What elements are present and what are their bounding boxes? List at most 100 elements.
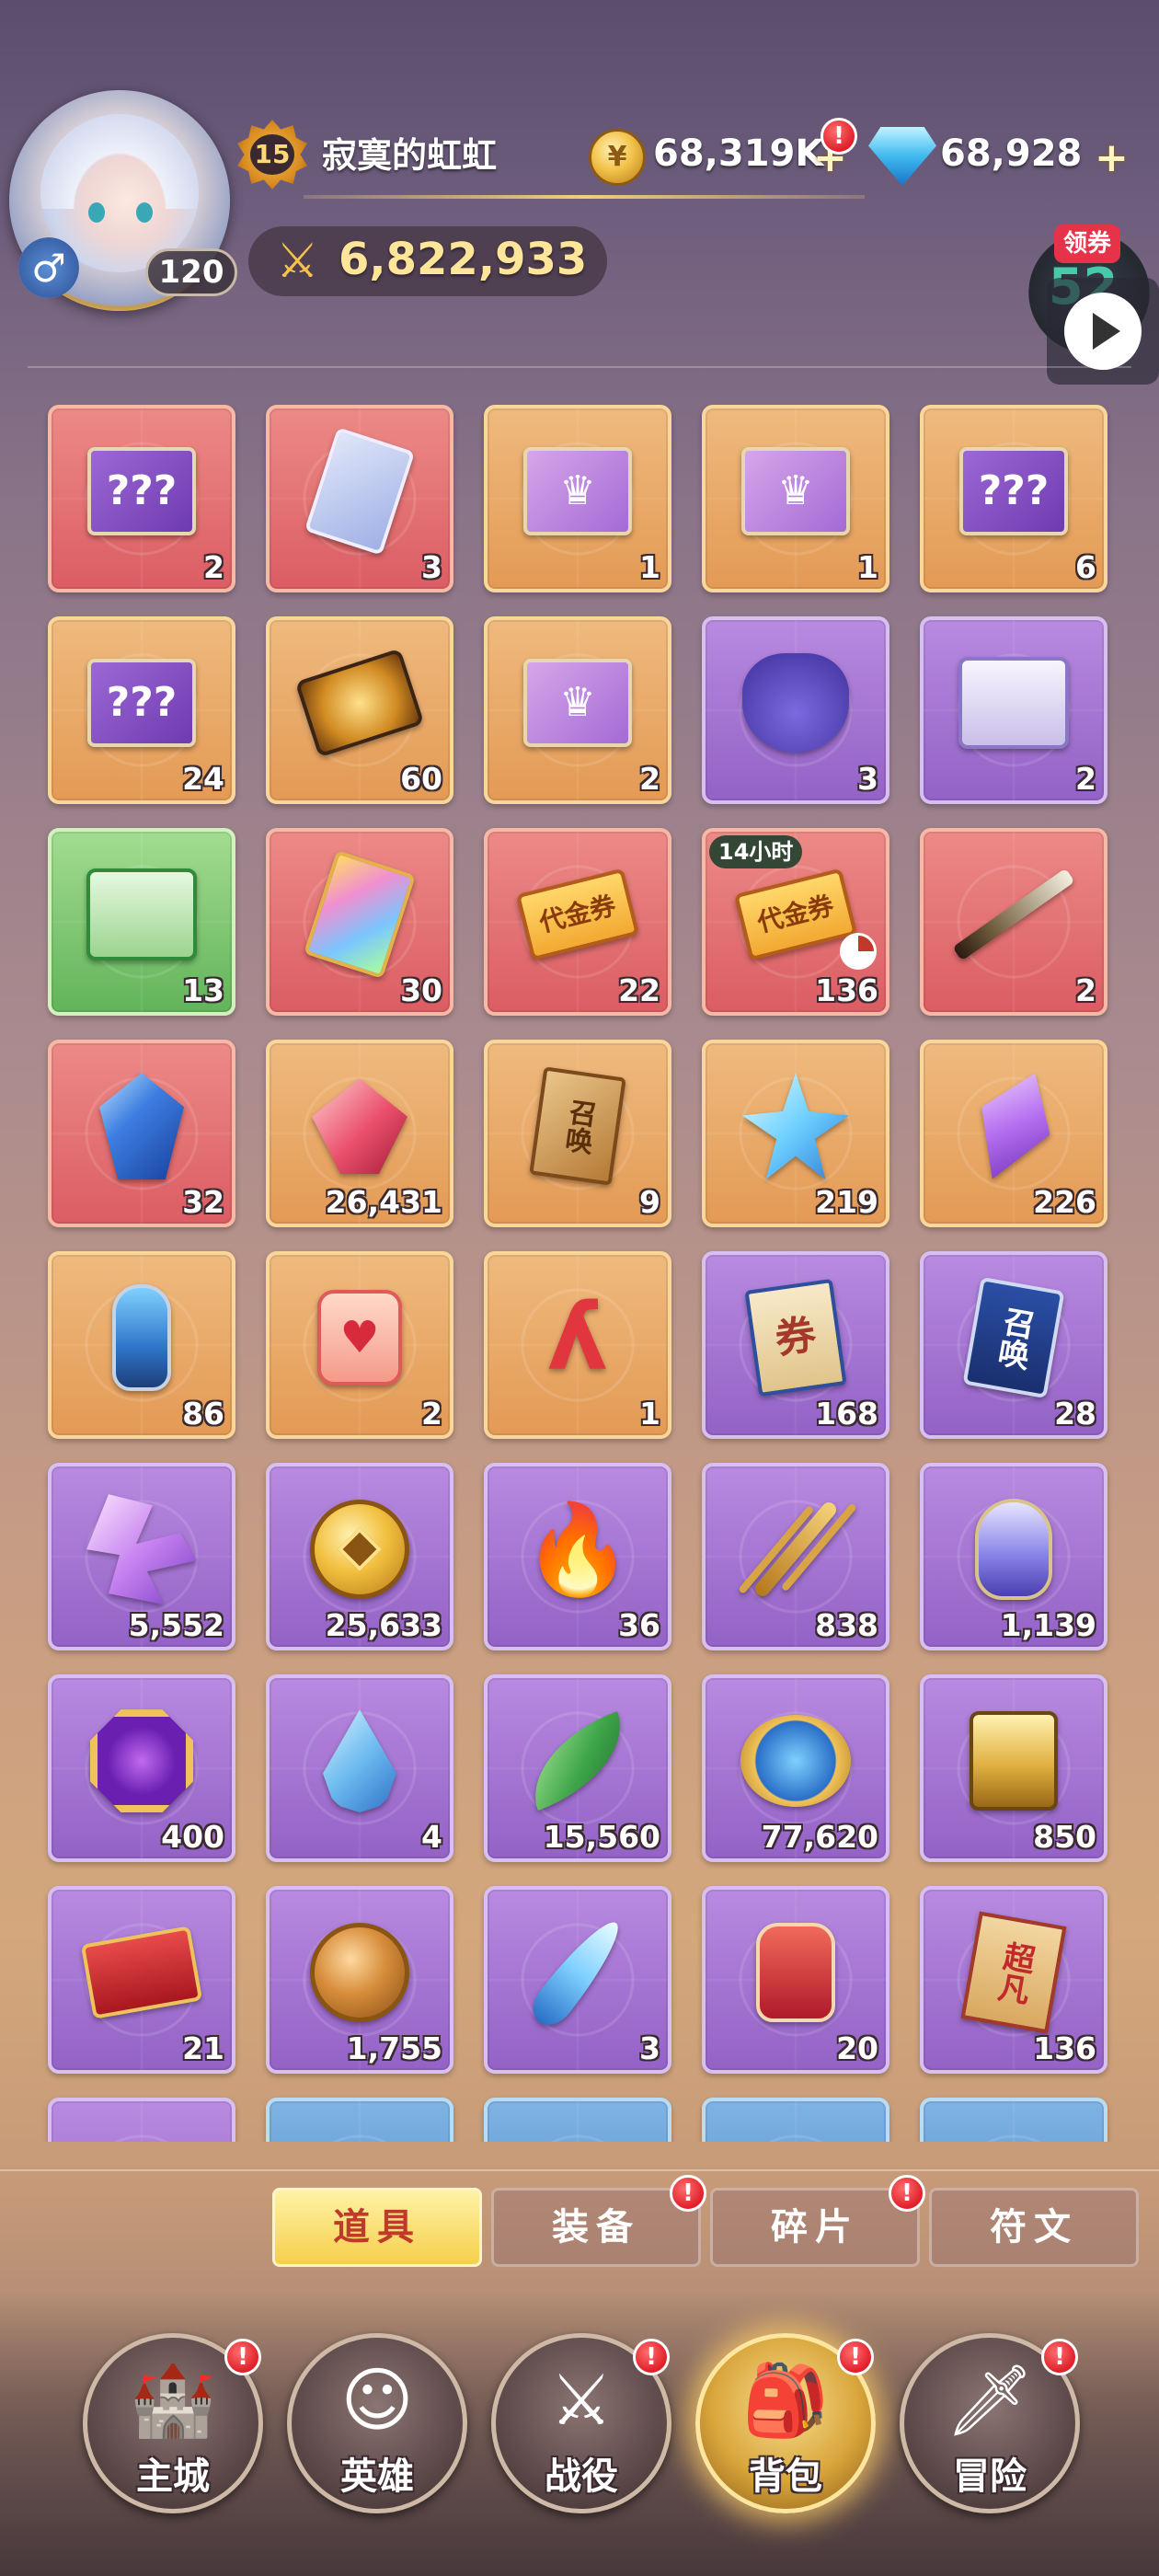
item-count: 136 (1033, 2030, 1096, 2066)
clock-icon (840, 933, 877, 970)
inventory-slot[interactable]: 1,755 (266, 1886, 453, 2074)
inventory-slot[interactable]: 3 (702, 616, 889, 804)
red-scroll-icon: 超凡 (958, 1911, 1069, 2034)
tabs-separator (0, 2169, 1159, 2171)
inventory-slot[interactable]: 86 (48, 1251, 235, 1439)
inventory-slot[interactable]: ??? 24 (48, 616, 235, 804)
item-count: 2 (639, 761, 660, 797)
inventory-slot[interactable]: 400 (48, 1674, 235, 1862)
item-count: 26,431 (325, 1184, 442, 1220)
octagon-gem-icon (86, 1706, 197, 1816)
inventory-slot[interactable]: ♛ 2 (484, 616, 671, 804)
inventory-slot[interactable]: 77,620 (702, 1674, 889, 1862)
fragments-alert-icon: ! (889, 2175, 925, 2212)
inventory-slot[interactable]: 超凡 136 (920, 1886, 1107, 2074)
ticket-book-icon: 券 (740, 1279, 851, 1397)
inventory-slot[interactable]: 1,139 (920, 1463, 1107, 1650)
coupon-label[interactable]: 领券 (1054, 224, 1120, 263)
inventory-slot[interactable]: 召唤 28 (920, 1251, 1107, 1439)
item-count: 226 (1033, 1184, 1096, 1220)
inventory-slot[interactable]: 代金券 22 (484, 828, 671, 1016)
inventory-slot[interactable] (48, 2098, 235, 2142)
water-drop-icon (304, 1706, 415, 1816)
inventory-slot[interactable]: 26,431 (266, 1040, 453, 1227)
item-count: 838 (815, 1607, 878, 1643)
inventory-slot[interactable] (484, 2098, 671, 2142)
item-count: 13 (182, 972, 224, 1008)
sword-icon (952, 859, 1075, 970)
inventory-slot[interactable]: 2 (920, 616, 1107, 804)
item-count: 2 (421, 1396, 442, 1432)
inventory-slot[interactable]: ??? 6 (920, 405, 1107, 592)
inventory-slot[interactable]: 226 (920, 1040, 1107, 1227)
battle-sword-icon: ⚔ (549, 2359, 614, 2441)
header-separator (28, 366, 1131, 368)
inventory-scroll-area[interactable]: ??? 2 3 ♛ 1 ♛ 1??? 6??? 24 60 ♛ 2 3 2 13 30 代金券 22 代金券 14小时… (0, 405, 1159, 2142)
prism-card-icon (303, 850, 417, 980)
vip-level: 15 (250, 134, 294, 175)
item-count: 5,552 (128, 1607, 224, 1643)
item-count: 28 (1054, 1396, 1096, 1432)
item-count: 168 (815, 1396, 878, 1432)
inventory-slot[interactable]: 召唤 9 (484, 1040, 671, 1227)
inventory-slot[interactable]: ??? 2 (48, 405, 235, 592)
adventure-icon: 🗡 (945, 2359, 1035, 2441)
item-count: 15,560 (543, 1819, 660, 1855)
inventory-slot[interactable]: ♛ 1 (484, 405, 671, 592)
hero-card-box-icon: ♛ (522, 436, 633, 546)
inventory-slot[interactable]: ʎ1 (484, 1251, 671, 1439)
play-icon (1093, 313, 1120, 350)
add-gems-button[interactable]: + (1095, 138, 1129, 178)
hero-card-box-icon: ♛ (740, 436, 851, 546)
inventory-slot[interactable]: 13 (48, 828, 235, 1016)
tab-equipment[interactable]: 装备 (491, 2188, 701, 2267)
inventory-slot[interactable]: 838 (702, 1463, 889, 1650)
inventory-slot[interactable]: 3 (484, 1886, 671, 2074)
inventory-slot[interactable]: 券 168 (702, 1251, 889, 1439)
feather-icon (522, 1912, 633, 2034)
inventory-grid: ??? 2 3 ♛ 1 ♛ 1??? 6??? 24 60 ♛ 2 3 2 13 30 代金券 22 代金券 14小时… (48, 405, 1115, 2142)
tab-items[interactable]: 道具 (272, 2188, 482, 2267)
item-count: 32 (182, 1184, 224, 1220)
item-count: 60 (400, 761, 442, 797)
inventory-slot[interactable] (920, 2098, 1107, 2142)
voucher-icon: 代金券 (515, 859, 640, 970)
red-crystal-icon (304, 1071, 415, 1181)
inventory-slot[interactable]: 60 (266, 616, 453, 804)
inventory-slot[interactable]: 219 (702, 1040, 889, 1227)
inventory-slot[interactable]: 5,552 (48, 1463, 235, 1650)
inventory-slot[interactable]: 代金券 14小时 136 (702, 828, 889, 1016)
inventory-slot[interactable] (266, 2098, 453, 2142)
blue-gem-icon (86, 1071, 197, 1181)
inventory-slot[interactable]: 4 (266, 1674, 453, 1862)
item-count: 3 (639, 2030, 660, 2066)
mystery-card-box-icon: ??? (958, 436, 1069, 546)
item-count: 25,633 (325, 1607, 442, 1643)
golden-branch-icon (740, 1494, 851, 1604)
hero-card-box-icon: ♛ (522, 648, 633, 758)
equipment-alert-icon: ! (670, 2175, 706, 2212)
inventory-slot[interactable]: 🔥 36 (484, 1463, 671, 1650)
diamond-icon (868, 127, 936, 186)
inventory-slot[interactable]: 2 (920, 828, 1107, 1016)
inventory-slot[interactable] (702, 2098, 889, 2142)
nav-heroes[interactable]: ☺ 英雄 (287, 2333, 467, 2513)
tab-fragments[interactable]: 碎片 (710, 2188, 920, 2267)
inventory-slot[interactable]: 21 (48, 1886, 235, 2074)
inventory-slot[interactable]: ♥ 2 (266, 1251, 453, 1439)
inventory-slot[interactable]: 3 (266, 405, 453, 592)
inventory-slot[interactable]: 15,560 (484, 1674, 671, 1862)
gem-amount: 68,928 (940, 132, 1083, 175)
tab-runes[interactable]: 符文 (929, 2188, 1139, 2267)
blue-medal-icon (740, 1706, 851, 1816)
inventory-slot[interactable]: ♛ 1 (702, 405, 889, 592)
inventory-slot[interactable]: 32 (48, 1040, 235, 1227)
inventory-slot[interactable]: 20 (702, 1886, 889, 2074)
inventory-slot[interactable]: 30 (266, 828, 453, 1016)
gold-coin-icon (304, 1494, 415, 1604)
blue-bottle-icon (86, 1282, 197, 1393)
inventory-slot[interactable]: 850 (920, 1674, 1107, 1862)
video-play-button[interactable] (1047, 278, 1159, 385)
item-count: 21 (182, 2030, 224, 2066)
inventory-slot[interactable]: 25,633 (266, 1463, 453, 1650)
